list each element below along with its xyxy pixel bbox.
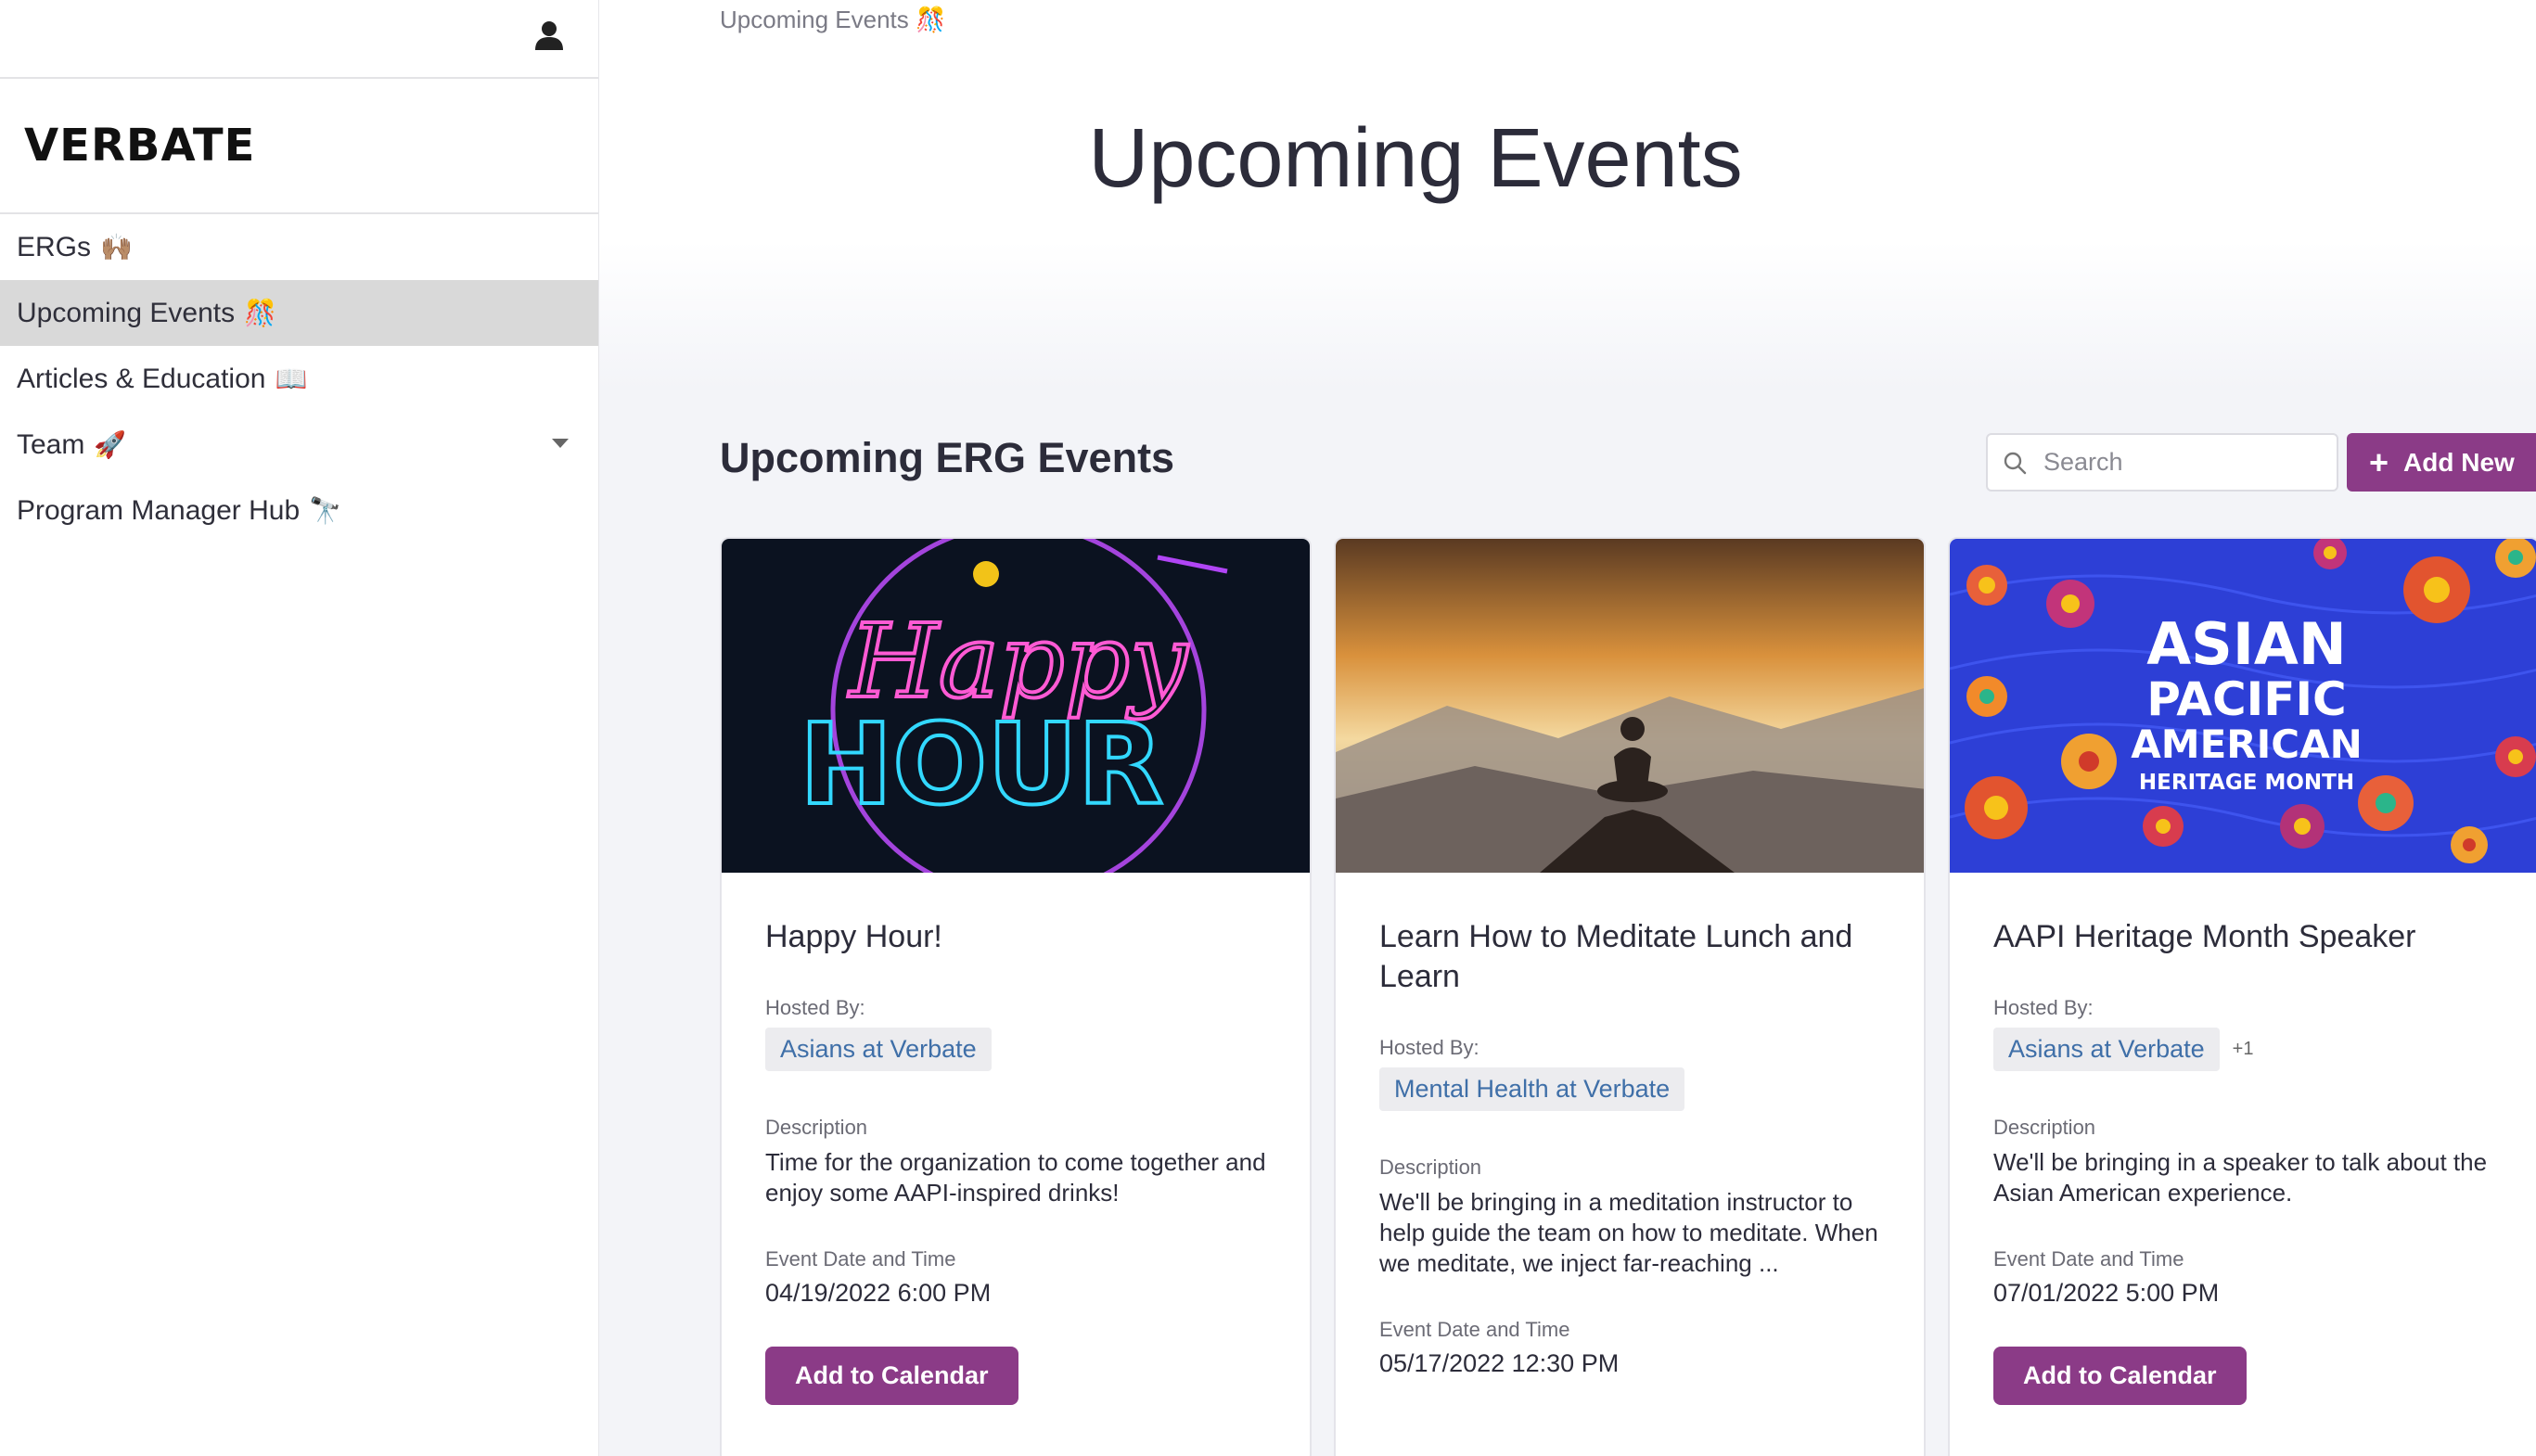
image-text-line1: ASIAN: [2146, 610, 2347, 678]
sidebar-item-label: Program Manager Hub: [17, 494, 301, 526]
chevron-down-icon[interactable]: [552, 439, 569, 448]
meditation-sunset-image: [1336, 539, 1924, 873]
sidebar-item-label: ERGs: [17, 231, 92, 262]
event-card-happy-hour[interactable]: Happy HOUR Happy Hour! Hosted By: Asians…: [720, 537, 1312, 1456]
section-title: Upcoming ERG Events: [720, 434, 1175, 481]
image-text-line3: AMERICAN: [2131, 722, 2362, 767]
logo[interactable]: VERBATE: [24, 120, 255, 172]
event-card-aapi-speaker[interactable]: ASIAN PACIFIC AMERICAN HERITAGE MONTH AA…: [1948, 537, 2536, 1456]
happy-hour-neon-image: Happy HOUR: [722, 539, 1310, 873]
page-header: Upcoming Events 🎊 Upcoming Events: [599, 0, 2536, 390]
additional-hosts-count[interactable]: +1: [2233, 1039, 2254, 1060]
sidebar-item-program-manager-hub[interactable]: Program Manager Hub 🔭: [0, 478, 598, 543]
rocket-icon: 🚀: [94, 430, 127, 459]
sidebar-item-articles-education[interactable]: Articles & Education 📖: [0, 346, 598, 412]
add-to-calendar-button[interactable]: Add to Calendar: [765, 1347, 1018, 1405]
host-row: Mental Health at Verbate: [1379, 1067, 1881, 1111]
event-date-label: Event Date and Time: [1379, 1318, 1570, 1341]
event-image-meditate: [1336, 539, 1924, 873]
hosted-by-label: Hosted By:: [1379, 1036, 1479, 1059]
image-text-line4: HERITAGE MONTH: [2139, 771, 2354, 795]
sidebar-item-label: Articles & Education: [17, 363, 266, 394]
description-label: Description: [1379, 1156, 1482, 1179]
event-description: Time for the organization to come togeth…: [765, 1148, 1266, 1207]
sidebar-item-label: Upcoming Events: [17, 297, 236, 328]
image-text-line2: PACIFIC: [2146, 672, 2347, 726]
description-label: Description: [1993, 1116, 2096, 1139]
event-description: We'll be bringing in a meditation instru…: [1379, 1188, 1878, 1277]
breadcrumb: Upcoming Events 🎊: [720, 6, 945, 34]
user-icon[interactable]: [531, 17, 568, 54]
logo-container: VERBATE: [0, 79, 598, 214]
card-body: Learn How to Meditate Lunch and Learn Ho…: [1336, 873, 1924, 1378]
plus-icon: +: [2369, 442, 2389, 481]
description-label: Description: [765, 1116, 868, 1139]
host-chip[interactable]: Mental Health at Verbate: [1379, 1067, 1685, 1111]
event-date-label: Event Date and Time: [765, 1247, 956, 1271]
image-text-hour: HOUR: [800, 701, 1163, 830]
add-new-button[interactable]: + Add New: [2347, 433, 2536, 492]
search-icon: [2004, 452, 2027, 474]
sidebar-item-ergs[interactable]: ERGs 🙌🏽: [0, 214, 598, 280]
card-body: Happy Hour! Hosted By: Asians at Verbate…: [722, 873, 1310, 1405]
host-row: Asians at Verbate +1: [1993, 1028, 2495, 1071]
event-image-happy-hour: Happy HOUR: [722, 539, 1310, 873]
confetti-icon: 🎊: [916, 6, 946, 33]
main-content: Upcoming Events 🎊 Upcoming Events Upcomi…: [599, 0, 2536, 1456]
event-datetime: 04/19/2022 6:00 PM: [765, 1279, 992, 1307]
event-card-meditate[interactable]: Learn How to Meditate Lunch and Learn Ho…: [1334, 537, 1926, 1456]
event-title[interactable]: Learn How to Meditate Lunch and Learn: [1379, 917, 1881, 997]
event-description: We'll be bringing in a speaker to talk a…: [1993, 1148, 2488, 1207]
event-image-aapi: ASIAN PACIFIC AMERICAN HERITAGE MONTH: [1950, 539, 2536, 873]
book-icon: 📖: [275, 364, 308, 393]
sidebar-item-upcoming-events[interactable]: Upcoming Events 🎊: [0, 280, 598, 346]
breadcrumb-label[interactable]: Upcoming Events: [720, 6, 909, 33]
event-datetime: 05/17/2022 12:30 PM: [1379, 1349, 1620, 1377]
page-title: Upcoming Events: [1088, 112, 1743, 205]
sidebar-nav: ERGs 🙌🏽 Upcoming Events 🎊 Articles & Edu…: [0, 214, 598, 543]
raised-hands-icon: 🙌🏽: [100, 233, 133, 262]
event-datetime: 07/01/2022 5:00 PM: [1993, 1279, 2220, 1307]
hosted-by-label: Hosted By:: [765, 996, 865, 1019]
event-date-label: Event Date and Time: [1993, 1247, 2184, 1271]
sidebar-item-label: Team: [17, 428, 85, 460]
sidebar: VERBATE ERGs 🙌🏽 Upcoming Events 🎊 Articl…: [0, 0, 599, 1456]
event-title[interactable]: Happy Hour!: [765, 917, 1267, 957]
event-title[interactable]: AAPI Heritage Month Speaker: [1993, 917, 2495, 957]
host-row: Asians at Verbate: [765, 1028, 1267, 1071]
telescope-icon: 🔭: [309, 496, 342, 525]
add-new-label: Add New: [2403, 447, 2515, 477]
confetti-icon: 🎊: [244, 299, 276, 327]
host-chip[interactable]: Asians at Verbate: [765, 1028, 992, 1071]
sidebar-item-team[interactable]: Team 🚀: [0, 412, 598, 478]
add-to-calendar-button[interactable]: Add to Calendar: [1993, 1347, 2247, 1405]
aapi-heritage-image: ASIAN PACIFIC AMERICAN HERITAGE MONTH: [1950, 539, 2536, 873]
search-box[interactable]: [1986, 433, 2338, 492]
hosted-by-label: Hosted By:: [1993, 996, 2094, 1019]
sidebar-top-bar: [0, 0, 598, 79]
search-input[interactable]: [2043, 448, 2322, 477]
card-body: AAPI Heritage Month Speaker Hosted By: A…: [1950, 873, 2536, 1405]
host-chip[interactable]: Asians at Verbate: [1993, 1028, 2220, 1071]
